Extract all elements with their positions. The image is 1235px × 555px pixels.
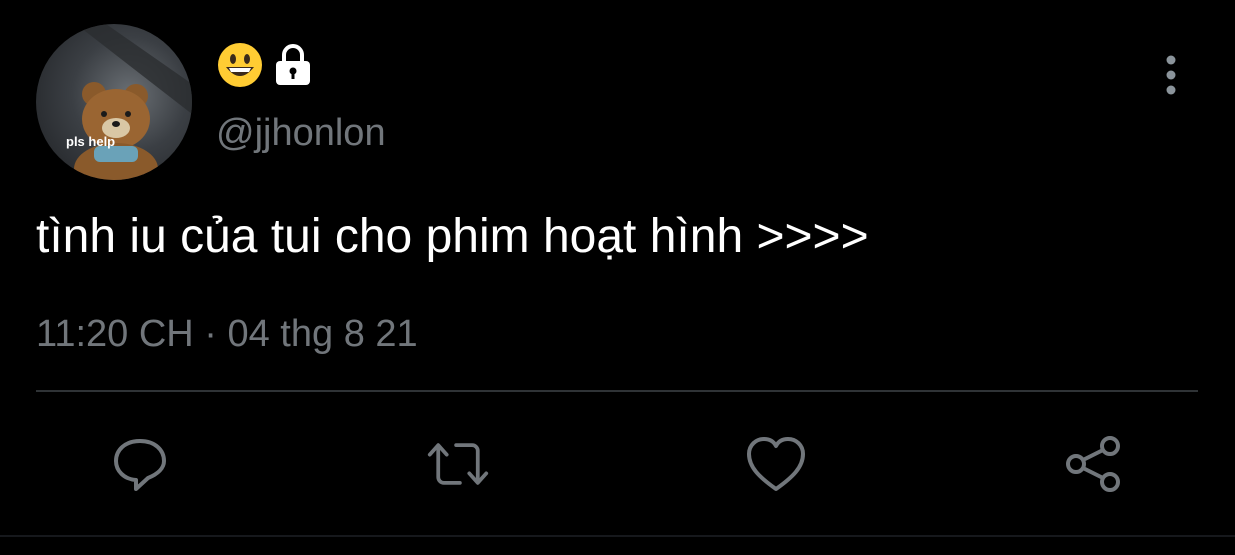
divider: [36, 390, 1198, 392]
tweet-timestamp[interactable]: 11:20 CH · 04 thg 8 21: [36, 311, 418, 357]
tweet-text: tình iu của tui cho phim hoạt hình >>>>: [36, 210, 869, 263]
bottom-divider: [0, 535, 1235, 537]
user-handle[interactable]: @jjhonlon: [216, 110, 386, 156]
display-name[interactable]: [216, 42, 316, 88]
retweet-icon: [427, 443, 489, 485]
teddy-bear-image: [74, 24, 192, 180]
vertical-ellipsis-icon: [1166, 55, 1176, 95]
lock-icon: [276, 44, 310, 85]
share-button[interactable]: [1062, 432, 1126, 496]
grinning-face-emoji-icon: [218, 43, 262, 87]
avatar[interactable]: pls help: [36, 24, 192, 180]
speech-bubble-icon: [114, 439, 166, 491]
reply-button[interactable]: [108, 432, 172, 496]
more-options-button[interactable]: [1150, 52, 1192, 98]
retweet-button[interactable]: [426, 432, 490, 496]
share-icon: [1066, 436, 1120, 492]
like-button[interactable]: [744, 432, 808, 496]
avatar-caption: pls help: [66, 134, 116, 149]
heart-icon: [747, 437, 805, 491]
